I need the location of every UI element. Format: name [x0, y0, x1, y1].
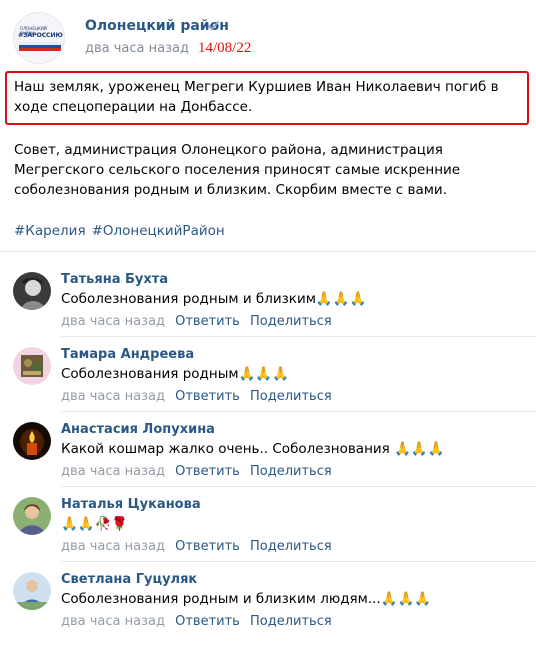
comment-text: Соболезнования родным🙏🙏🙏	[61, 366, 289, 382]
user-photo-icon	[13, 272, 51, 310]
comment-meta: два часа назад Ответить Поделиться	[61, 389, 332, 404]
hashtag-link[interactable]: #ОлонецкийРайон	[92, 223, 225, 239]
reply-link[interactable]: Ответить	[175, 614, 240, 629]
avatar-logo-line2: #ЗАРОССИЮ	[18, 32, 63, 39]
comment-separator	[61, 336, 536, 337]
user-photo-icon	[13, 572, 51, 610]
date-stamp: 14/08/22	[198, 40, 252, 56]
comment-meta: два часа назад Ответить Поделиться	[61, 314, 332, 329]
comment-time[interactable]: два часа назад	[61, 389, 165, 404]
comment-text: Какой кошмар жалко очень.. Соболезновани…	[61, 441, 445, 457]
comment-author[interactable]: Татьяна Бухта	[61, 272, 168, 287]
comment-item: Анастасия Лопухина Какой кошмар жалко оч…	[0, 422, 536, 496]
comment-separator	[61, 411, 536, 412]
share-link[interactable]: Поделиться	[250, 389, 332, 404]
user-photo-icon	[13, 497, 51, 535]
hashtag-link[interactable]: #Карелия	[14, 223, 86, 239]
comment-item: Светлана Гуцуляк Соболезнования родным и…	[0, 572, 536, 646]
commenter-avatar[interactable]	[13, 572, 51, 610]
commenter-avatar[interactable]	[13, 422, 51, 460]
post-time[interactable]: два часа назад	[85, 41, 189, 56]
comment-meta: два часа назад Ответить Поделиться	[61, 614, 332, 629]
post-lead-text: Наш земляк, уроженец Мегреги Куршиев Ива…	[14, 79, 499, 115]
commenter-avatar[interactable]	[13, 272, 51, 310]
flag-stripe-red	[19, 48, 61, 51]
community-avatar[interactable]: ОЛОНЕЦКИЙ РАЙОН #ЗАРОССИЮ	[13, 12, 65, 64]
comment-item: Татьяна Бухта Соболезнования родным и бл…	[0, 272, 536, 346]
comment-time[interactable]: два часа назад	[61, 314, 165, 329]
comment-time[interactable]: два часа назад	[61, 539, 165, 554]
comment-text: Соболезнования родным и близким🙏🙏🙏	[61, 291, 367, 307]
comment-time[interactable]: два часа назад	[61, 464, 165, 479]
post-body-text: Совет, администрация Олонецкого района, …	[14, 142, 461, 198]
share-link[interactable]: Поделиться	[250, 539, 332, 554]
reply-link[interactable]: Ответить	[175, 464, 240, 479]
comment-author[interactable]: Светлана Гуцуляк	[61, 572, 197, 587]
comment-item: Тамара Андреева Соболезнования родным🙏🙏🙏…	[0, 347, 536, 421]
comment-author[interactable]: Наталья Цуканова	[61, 497, 201, 512]
comment-separator	[61, 561, 536, 562]
reply-link[interactable]: Ответить	[175, 539, 240, 554]
checkmark-icon	[208, 21, 219, 30]
comment-author[interactable]: Анастасия Лопухина	[61, 422, 215, 437]
reply-link[interactable]: Ответить	[175, 389, 240, 404]
comment-author[interactable]: Тамара Андреева	[61, 347, 194, 362]
comment-separator	[61, 486, 536, 487]
share-link[interactable]: Поделиться	[250, 614, 332, 629]
commenter-avatar[interactable]	[13, 347, 51, 385]
share-link[interactable]: Поделиться	[250, 464, 332, 479]
user-photo-icon	[13, 347, 51, 385]
post-divider	[0, 251, 536, 252]
comment-meta: два часа назад Ответить Поделиться	[61, 539, 332, 554]
comment-text: 🙏🙏🥀🌹	[61, 516, 129, 532]
comment-time[interactable]: два часа назад	[61, 614, 165, 629]
commenter-avatar[interactable]	[13, 497, 51, 535]
comment-item: Наталья Цуканова 🙏🙏🥀🌹 два часа назад Отв…	[0, 497, 536, 571]
comment-text: Соболезнования родным и близким людям...…	[61, 591, 432, 607]
candle-icon	[13, 422, 51, 460]
share-link[interactable]: Поделиться	[250, 314, 332, 329]
reply-link[interactable]: Ответить	[175, 314, 240, 329]
post-hashtags: #Карелия #ОлонецкийРайон	[14, 223, 231, 239]
comment-meta: два часа назад Ответить Поделиться	[61, 464, 332, 479]
